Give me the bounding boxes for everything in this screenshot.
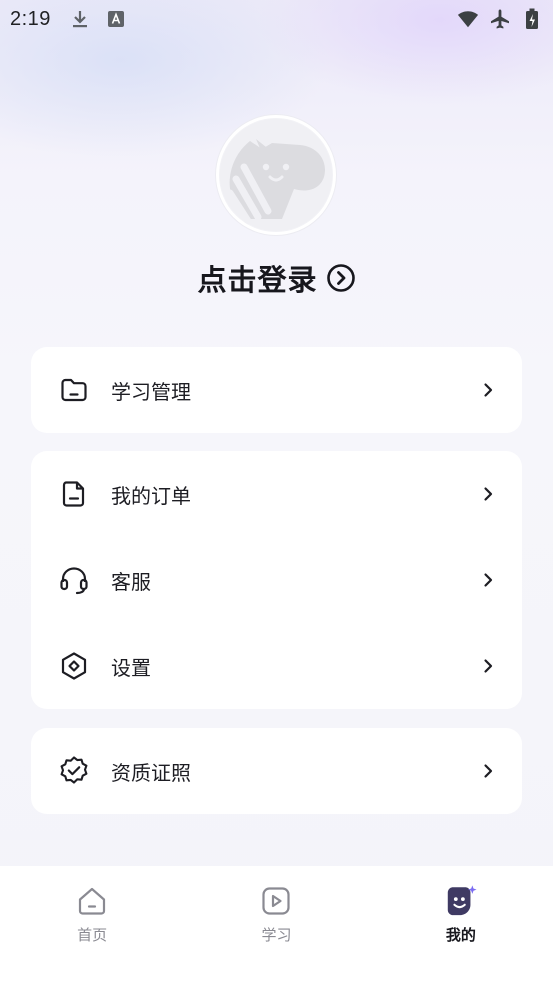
font-a-icon <box>105 8 127 30</box>
status-bar: 2:19 <box>0 0 553 38</box>
headset-icon <box>57 563 91 597</box>
menu-item-customer-service[interactable]: 客服 <box>31 537 522 623</box>
mine-face-icon <box>444 884 478 918</box>
menu-item-label: 资质证照 <box>111 760 191 785</box>
document-icon <box>57 477 91 511</box>
nav-item-home[interactable]: 首页 <box>0 866 184 984</box>
battery-icon <box>521 8 543 30</box>
folder-icon <box>57 373 91 407</box>
menu-item-qualifications[interactable]: 资质证照 <box>31 728 522 814</box>
menu-item-label: 设置 <box>111 655 151 680</box>
wifi-icon <box>457 8 479 30</box>
menu-card-qualifications: 资质证照 <box>31 728 522 814</box>
login-button[interactable]: 点击登录 <box>0 258 553 298</box>
chevron-right-icon <box>478 656 498 676</box>
airplane-icon <box>489 8 511 30</box>
zebra-mascot-icon <box>220 119 332 231</box>
verified-badge-icon <box>57 754 91 788</box>
circle-arrow-right-icon <box>326 263 356 293</box>
chevron-right-icon <box>478 761 498 781</box>
nav-item-mine[interactable]: 我的 <box>369 866 553 984</box>
status-time: 2:19 <box>10 7 51 30</box>
menu-card-services: 我的订单 客服 设置 <box>31 451 522 709</box>
login-label: 点击登录 <box>197 263 318 297</box>
menu-item-settings[interactable]: 设置 <box>31 623 522 709</box>
menu-item-my-orders[interactable]: 我的订单 <box>31 451 522 537</box>
nav-label: 首页 <box>77 926 108 944</box>
bottom-nav: 首页 学习 我的 <box>0 866 553 984</box>
chevron-right-icon <box>478 484 498 504</box>
nav-label: 学习 <box>261 926 292 944</box>
nav-item-study[interactable]: 学习 <box>184 866 368 984</box>
avatar[interactable] <box>216 115 336 235</box>
home-icon <box>75 884 109 918</box>
settings-hex-icon <box>57 649 91 683</box>
menu-item-label: 我的订单 <box>111 483 191 508</box>
menu-item-learning-management[interactable]: 学习管理 <box>31 347 522 433</box>
menu-item-label: 学习管理 <box>111 379 191 404</box>
nav-label: 我的 <box>445 926 476 944</box>
chevron-right-icon <box>478 570 498 590</box>
menu-card-learning: 学习管理 <box>31 347 522 433</box>
menu-item-label: 客服 <box>111 569 151 594</box>
download-icon <box>69 8 91 30</box>
chevron-right-icon <box>478 380 498 400</box>
play-icon <box>259 884 293 918</box>
